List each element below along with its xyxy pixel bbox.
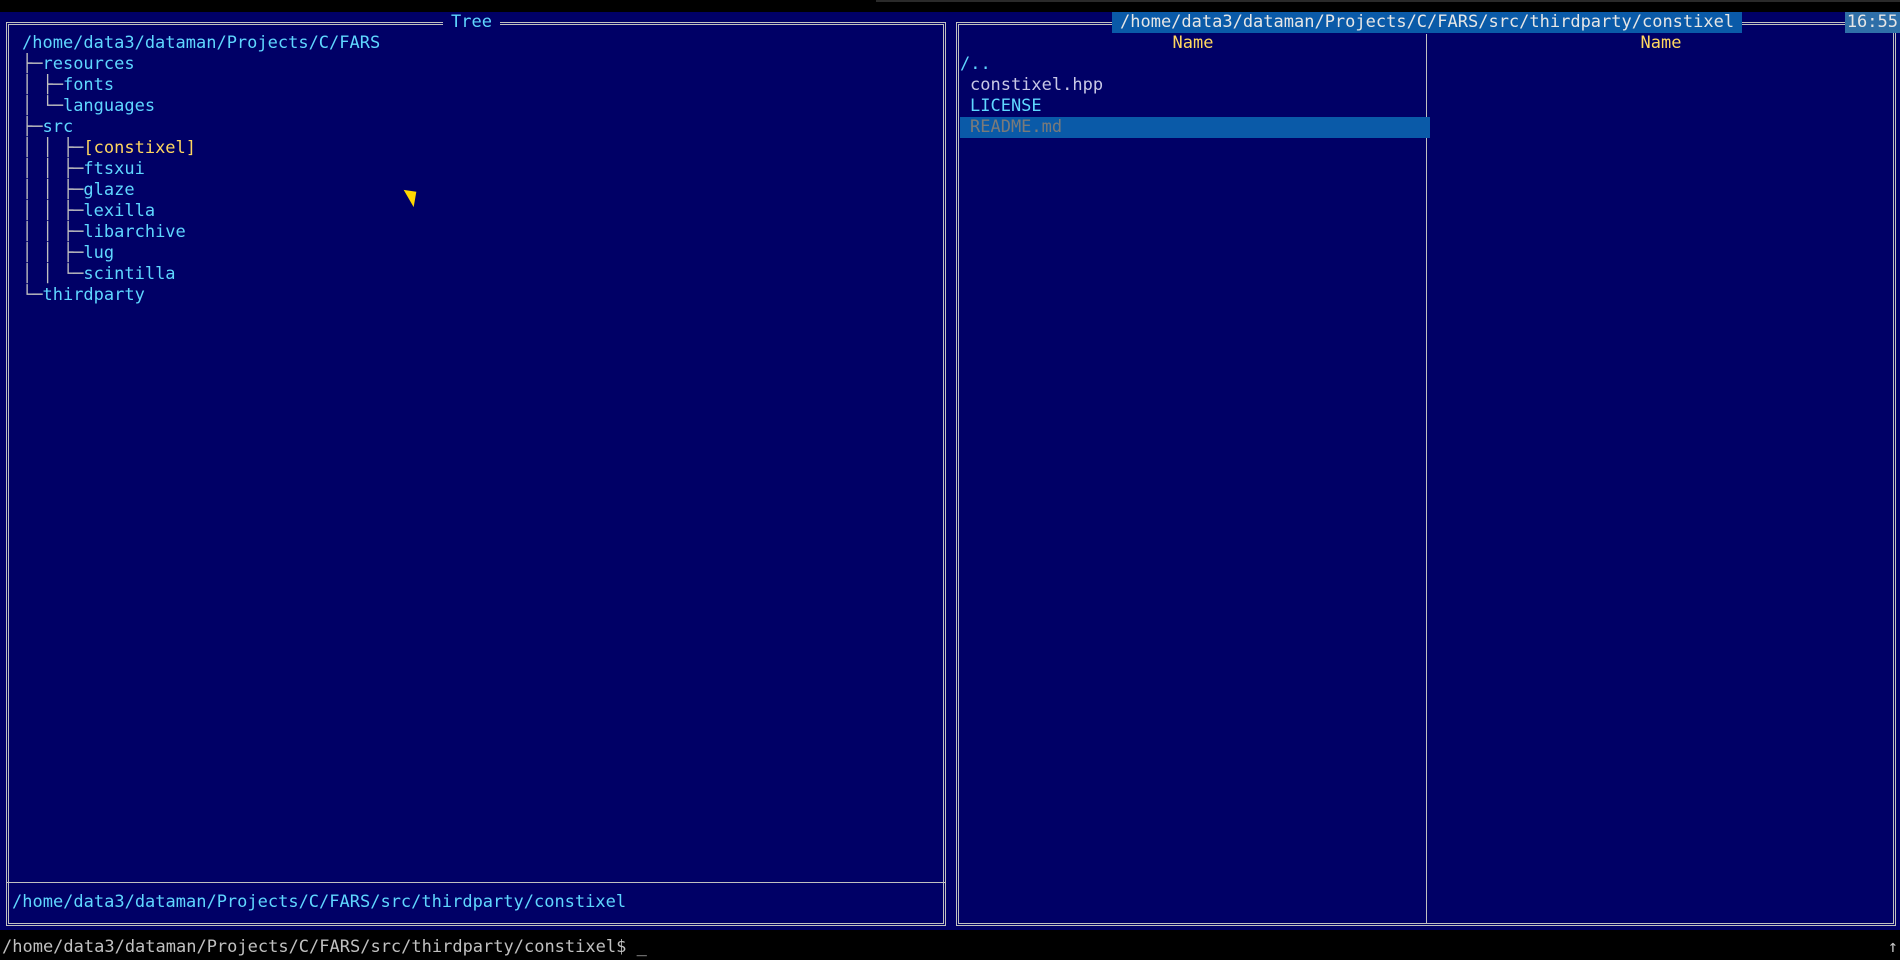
tree-guide: │ │ ├─ bbox=[22, 159, 84, 179]
tree-item[interactable]: │ │ ├─libarchive bbox=[22, 222, 186, 243]
tree-item-label: libarchive bbox=[83, 222, 186, 242]
tree-item-label: scintilla bbox=[83, 264, 176, 284]
tree-guide: │ │ ├─ bbox=[22, 180, 84, 200]
command-line[interactable]: /home/data3/dataman/Projects/C/FARS/src/… bbox=[0, 934, 1900, 960]
tree-item-label: languages bbox=[62, 96, 156, 116]
tree-guide: │ │ ├─ bbox=[22, 222, 84, 242]
column-header-name-1[interactable]: Name bbox=[960, 33, 1426, 54]
command-prompt: /home/data3/dataman/Projects/C/FARS/src/… bbox=[2, 937, 637, 957]
tree-item-label: ftsxui bbox=[83, 159, 145, 179]
file-item-parent-dir[interactable]: /.. bbox=[960, 54, 1420, 75]
tree-item[interactable]: │ │ ├─[constixel] bbox=[22, 138, 196, 159]
file-item-readme-md[interactable]: README.md bbox=[960, 117, 1430, 138]
tree-guide: ├─ bbox=[22, 54, 43, 74]
scroll-up-indicator-icon: ↑ bbox=[1887, 937, 1898, 957]
top-bar-line bbox=[876, 0, 1900, 2]
tree-item-label: resources bbox=[42, 54, 135, 74]
tree-guide: │ │ ├─ bbox=[22, 243, 84, 263]
tree-guide: ├─ bbox=[22, 117, 43, 137]
tree-item[interactable]: ├─resources bbox=[22, 54, 135, 75]
tree-panel[interactable]: Tree /home/data3/dataman/Projects/C/FARS… bbox=[0, 12, 952, 930]
tree-guide: │ │ ├─ bbox=[22, 201, 84, 221]
top-bar bbox=[0, 0, 1900, 12]
column-header-name-2[interactable]: Name bbox=[1428, 33, 1894, 54]
tree-item-label: src bbox=[42, 117, 74, 137]
tree-item[interactable]: │ └─languages bbox=[22, 96, 155, 117]
tree-item[interactable]: │ │ ├─ftsxui bbox=[22, 159, 145, 180]
tree-panel-title: Tree bbox=[443, 12, 500, 33]
file-item-constixel-hpp[interactable]: constixel.hpp bbox=[960, 75, 1430, 96]
file-panel[interactable]: /home/data3/dataman/Projects/C/FARS/src/… bbox=[952, 12, 1900, 930]
tree-guide: │ │ └─ bbox=[22, 264, 84, 284]
tree-item[interactable]: │ │ └─scintilla bbox=[22, 264, 176, 285]
tree-status-path: /home/data3/dataman/Projects/C/FARS/src/… bbox=[12, 892, 627, 912]
tree-item-label: fonts bbox=[62, 75, 115, 95]
tree-item-label: thirdparty bbox=[42, 285, 145, 305]
tree-item-label: lexilla bbox=[83, 201, 156, 221]
tree-guide: │ │ ├─ bbox=[22, 138, 84, 158]
tree-item[interactable]: ├─src bbox=[22, 117, 73, 138]
tree-item[interactable]: │ │ ├─glaze bbox=[22, 180, 135, 201]
file-panel-title: /home/data3/dataman/Projects/C/FARS/src/… bbox=[1112, 12, 1743, 33]
tree-item[interactable]: │ │ ├─lexilla bbox=[22, 201, 155, 222]
tree-item-label: [constixel] bbox=[83, 138, 197, 158]
tree-item-label: glaze bbox=[83, 180, 135, 200]
tree-item[interactable]: │ ├─fonts bbox=[22, 75, 114, 96]
text-cursor: _ bbox=[636, 937, 647, 957]
clock: 16:55 bbox=[1844, 12, 1900, 33]
tree-item-label: lug bbox=[83, 243, 115, 263]
tree-guide: │ └─ bbox=[22, 96, 63, 116]
column-divider bbox=[1426, 34, 1427, 924]
file-item-license[interactable]: LICENSE bbox=[960, 96, 1430, 117]
tree-root[interactable]: /home/data3/dataman/Projects/C/FARS bbox=[22, 33, 380, 54]
tree-item[interactable]: │ │ ├─lug bbox=[22, 243, 114, 264]
tree-guide: │ ├─ bbox=[22, 75, 63, 95]
tree-guide: └─ bbox=[22, 285, 43, 305]
tree-panel-divider bbox=[6, 882, 946, 883]
tree-item[interactable]: └─thirdparty bbox=[22, 285, 145, 306]
